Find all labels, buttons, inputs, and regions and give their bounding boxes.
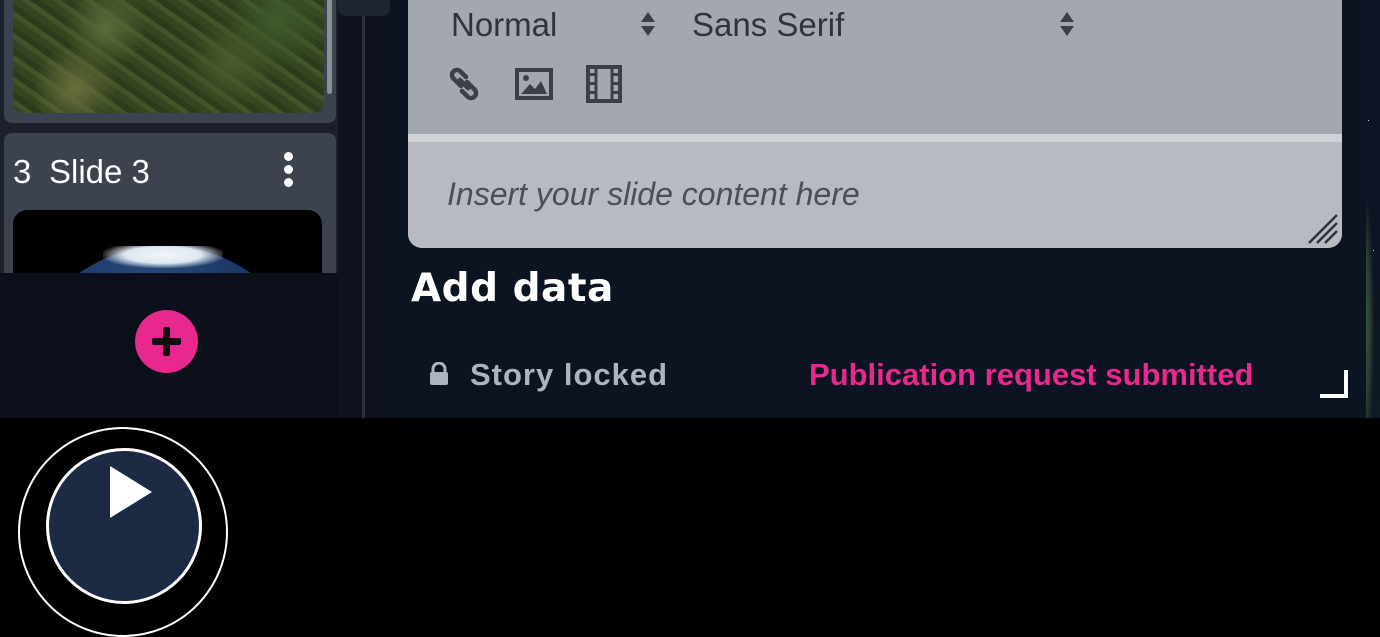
slide-title: Slide 3 xyxy=(49,153,150,190)
slide-content-placeholder: Insert your slide content here xyxy=(447,176,860,212)
font-family-select[interactable]: Sans Serif xyxy=(692,6,844,44)
image-icon[interactable] xyxy=(514,64,554,104)
play-icon xyxy=(110,466,152,518)
slide-content-editor[interactable]: Insert your slide content here xyxy=(408,142,1342,248)
more-vertical-icon[interactable] xyxy=(278,150,298,190)
add-data-heading[interactable]: Add data xyxy=(411,266,614,311)
video-icon[interactable] xyxy=(584,64,624,104)
add-slide-button[interactable] xyxy=(135,310,198,373)
plus-icon xyxy=(150,325,183,358)
select-arrows-icon[interactable] xyxy=(641,10,655,40)
lock-icon xyxy=(428,361,450,386)
panel-resize-icon[interactable] xyxy=(1318,368,1350,400)
slide-card-3[interactable]: 3 Slide 3 xyxy=(4,133,336,283)
publication-status: Publication request submitted xyxy=(809,357,1254,392)
select-arrows-icon[interactable] xyxy=(1060,10,1074,40)
text-format-select[interactable]: Normal xyxy=(451,6,557,44)
slide-thumbnail xyxy=(13,0,324,113)
link-icon[interactable] xyxy=(444,64,484,104)
resize-grip-icon[interactable] xyxy=(1303,209,1339,245)
slide-list-scrollbar[interactable] xyxy=(327,0,332,94)
slide-number: 3 xyxy=(13,153,32,190)
slide-card-previous[interactable] xyxy=(4,0,336,123)
rich-text-editor: Normal Sans Serif Insert your slide cont… xyxy=(408,0,1342,248)
story-locked-status: Story locked xyxy=(470,357,669,392)
divider-handle[interactable] xyxy=(338,0,390,16)
